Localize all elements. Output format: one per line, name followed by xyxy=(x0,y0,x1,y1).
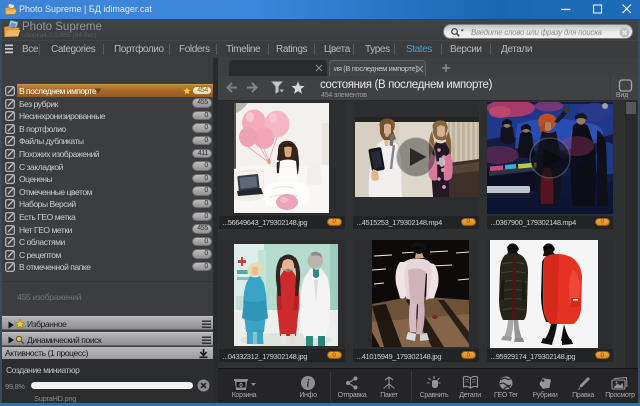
svg-text:0: 0 xyxy=(239,383,242,389)
svg-text:i: i xyxy=(307,379,310,390)
